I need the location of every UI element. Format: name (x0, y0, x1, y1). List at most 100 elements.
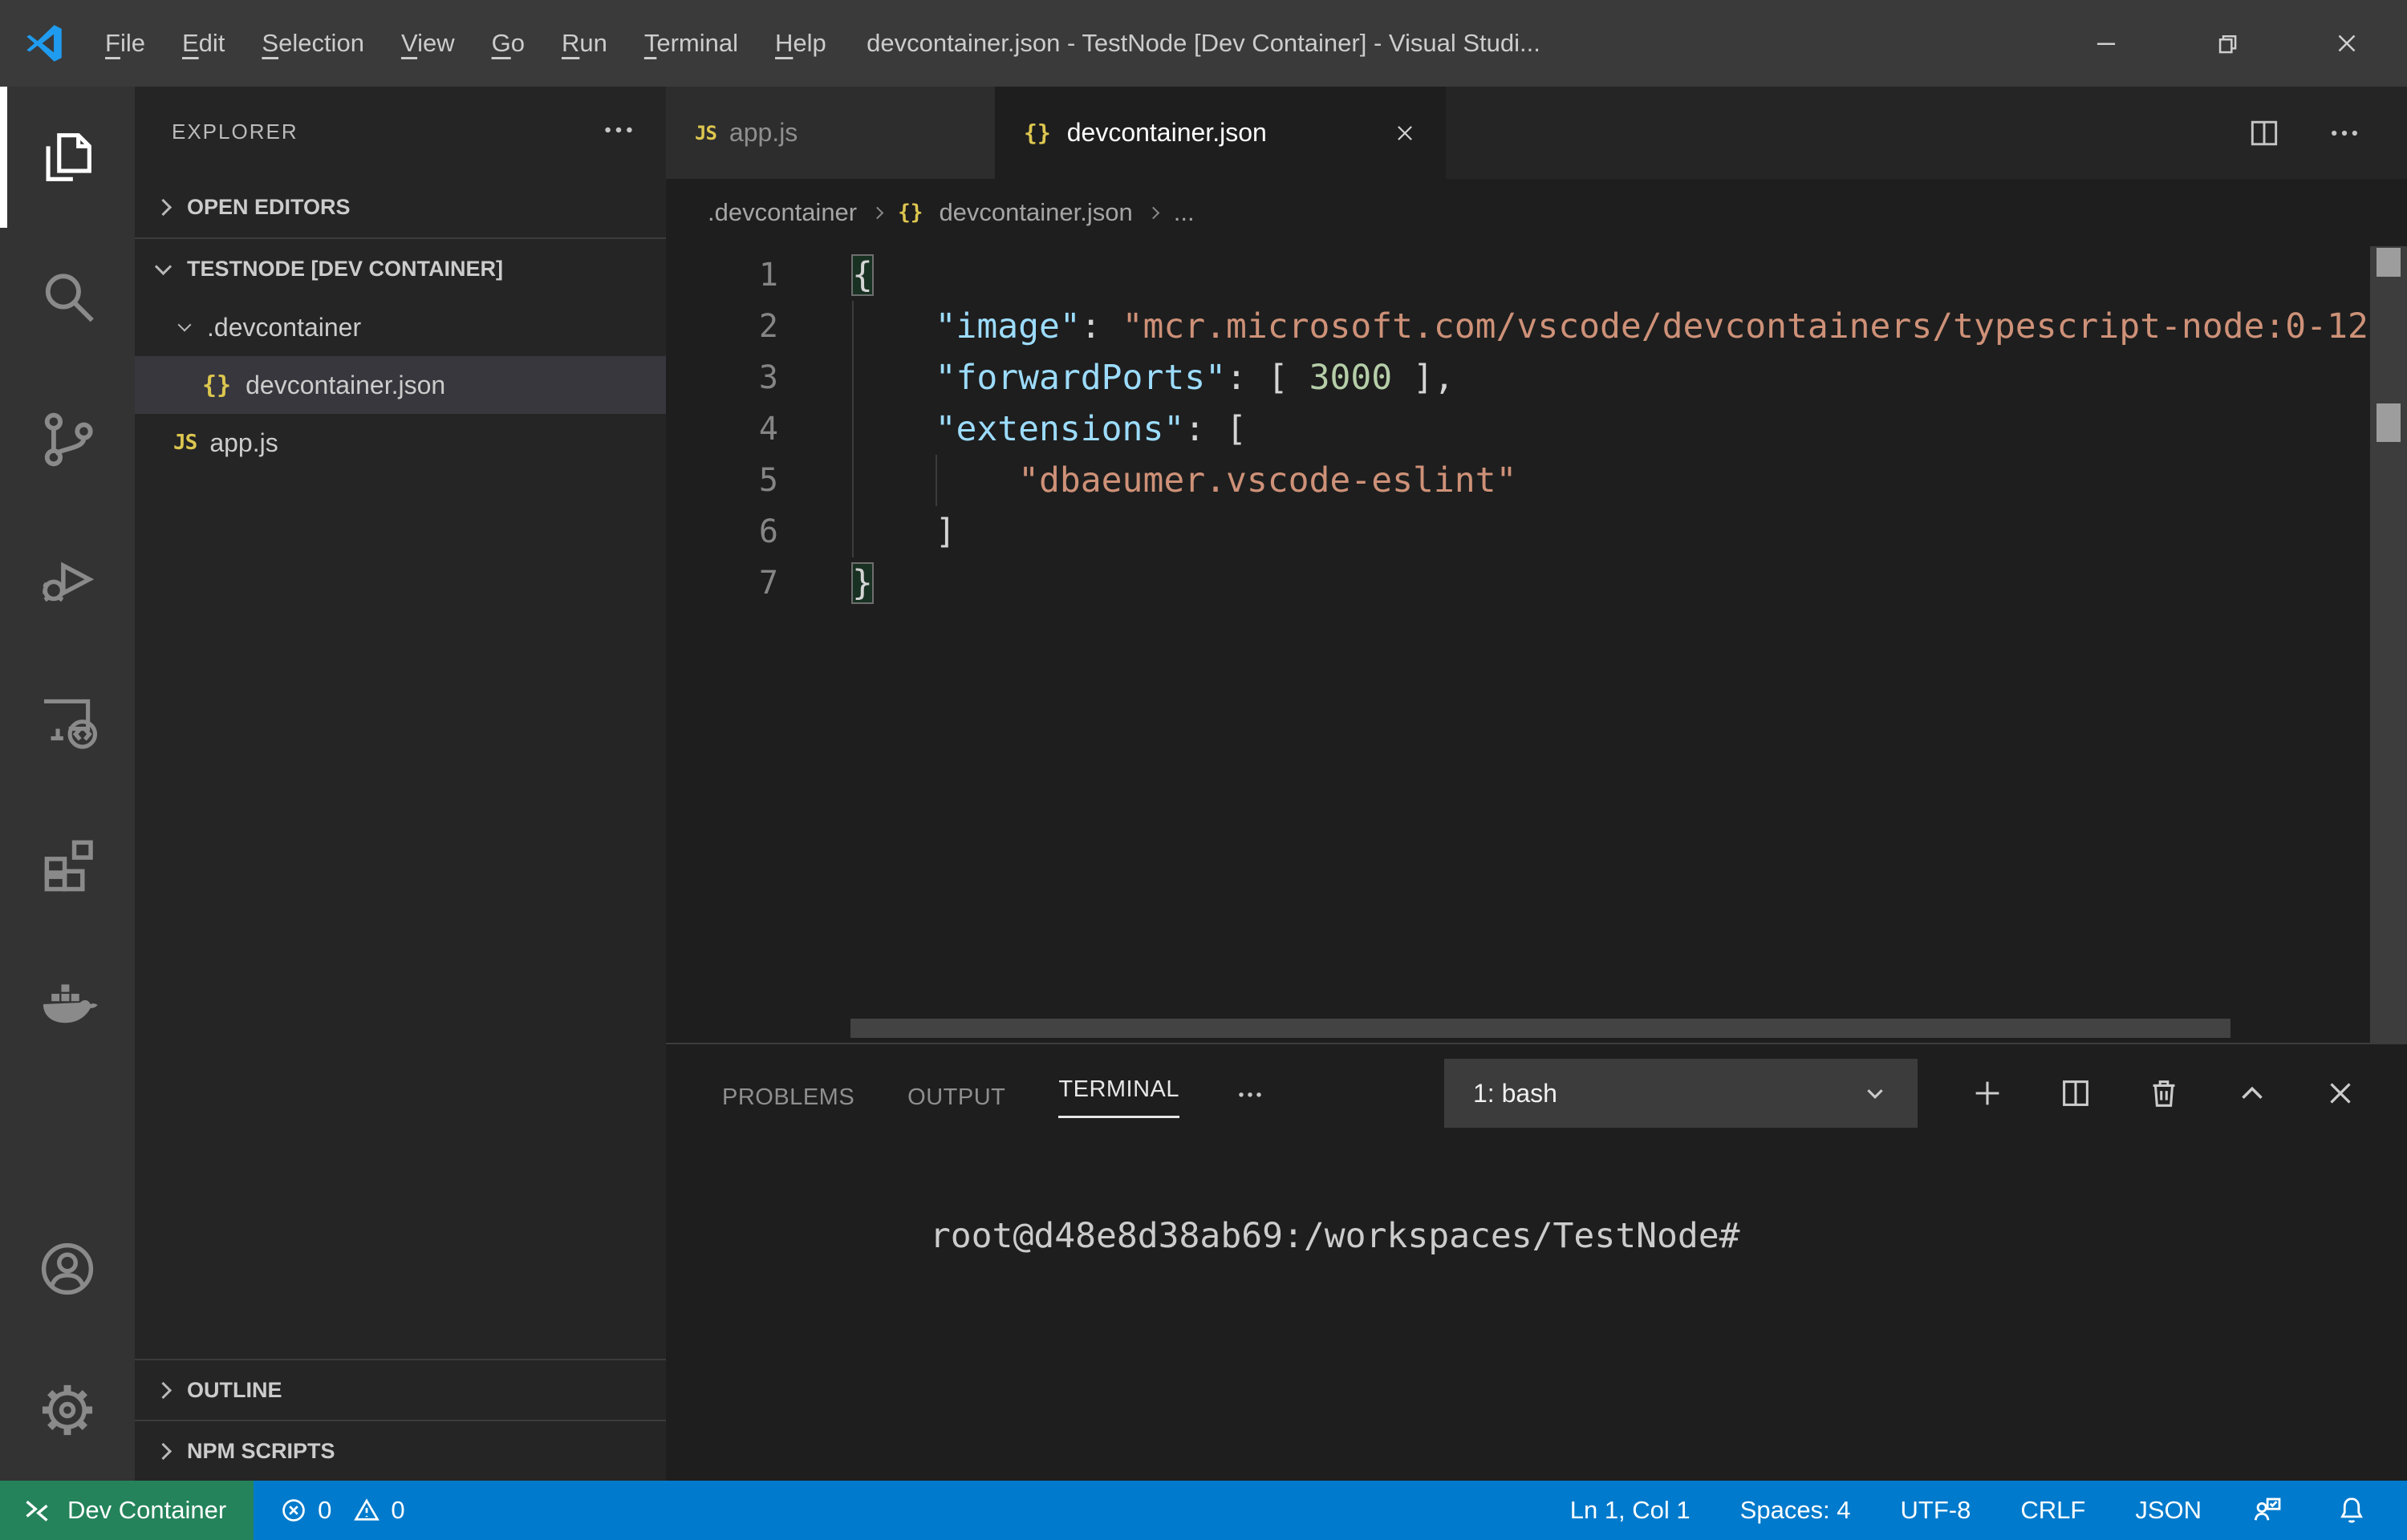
eol-setting[interactable]: CRLF (2020, 1496, 2085, 1525)
menu-edit[interactable]: Edit (164, 18, 243, 69)
menubar: FileEditSelectionViewGoRunTerminalHelp (87, 18, 845, 69)
activity-run-debug[interactable] (0, 510, 135, 651)
line-number: 1 (666, 249, 778, 301)
kill-terminal-icon[interactable] (2145, 1075, 2182, 1112)
remote-indicator[interactable]: Dev Container (0, 1481, 254, 1540)
minimize-button[interactable] (2046, 0, 2166, 87)
close-window-button[interactable] (2287, 0, 2407, 87)
search-icon (35, 265, 100, 331)
line-number: 7 (666, 557, 778, 609)
problems-indicator[interactable]: 0 0 (279, 1496, 405, 1525)
sidebar-section-npm-scripts[interactable]: NPM SCRIPTS (135, 1420, 666, 1481)
minimize-icon (2091, 28, 2121, 59)
tab-app-js[interactable]: JS app.js (666, 87, 995, 179)
vertical-scrollbar[interactable] (2370, 246, 2407, 1043)
menu-selection[interactable]: Selection (243, 18, 383, 69)
menu-help[interactable]: Help (757, 18, 845, 69)
sidebar-section-outline[interactable]: OUTLINE (135, 1359, 666, 1420)
activity-account[interactable] (0, 1198, 135, 1339)
terminal-shell-selector[interactable]: 1: bash (1444, 1059, 1918, 1128)
chevron-right-icon (871, 206, 884, 219)
sidebar-section-workspace[interactable]: TESTNODE [DEV CONTAINER] (135, 237, 666, 298)
line-number: 2 (666, 301, 778, 352)
bell-icon[interactable] (2335, 1493, 2368, 1527)
editor-area: JS app.js {} devcontainer.json .devconta… (666, 87, 2407, 1481)
explorer-more-actions-button[interactable] (600, 111, 637, 152)
more-actions-icon[interactable] (2327, 116, 2362, 151)
code-line[interactable]: 5 "dbaeumer.vscode-eslint" (666, 455, 2407, 506)
status-bar-right: Ln 1, Col 1 Spaces: 4 UTF-8 CRLF JSON (1570, 1493, 2407, 1527)
account-icon (35, 1236, 100, 1302)
status-bar: Dev Container 0 0 Ln 1, Col 1 Spaces: 4 … (0, 1481, 2407, 1540)
activity-source-control[interactable] (0, 369, 135, 510)
indent-guide (852, 506, 854, 557)
tab-label: devcontainer.json (1067, 118, 1267, 148)
activity-remote-explorer[interactable] (0, 651, 135, 792)
chevron-right-icon (155, 1442, 172, 1459)
menu-go[interactable]: Go (473, 18, 543, 69)
indent-guide (852, 455, 854, 506)
breadcrumb-symbol[interactable]: ... (1174, 198, 1195, 227)
code-line[interactable]: 1{ (666, 249, 2407, 301)
terminal[interactable]: root@d48e8d38ab69:/workspaces/TestNode# (666, 1142, 2407, 1481)
outline-label: OUTLINE (187, 1378, 282, 1403)
code-line[interactable]: 7} (666, 557, 2407, 609)
panel-tab-problems[interactable]: PROBLEMS (722, 1076, 854, 1111)
close-icon (1393, 121, 1417, 145)
window-controls (2046, 0, 2407, 87)
panel-tab-terminal[interactable]: TERMINAL (1058, 1068, 1179, 1118)
horizontal-scrollbar[interactable] (850, 1019, 2230, 1038)
tab-devcontainer-json[interactable]: {} devcontainer.json (995, 87, 1446, 179)
activity-settings[interactable] (0, 1339, 135, 1481)
close-panel-icon[interactable] (2322, 1075, 2359, 1112)
activity-bar (0, 87, 135, 1481)
activity-search[interactable] (0, 228, 135, 369)
code-line[interactable]: 4 "extensions": [ (666, 403, 2407, 455)
tab-label: app.js (729, 118, 798, 148)
code-line[interactable]: 2 "image": "mcr.microsoft.com/vscode/dev… (666, 301, 2407, 352)
code-line[interactable]: 3 "forwardPorts": [ 3000 ], (666, 352, 2407, 403)
sidebar-section-open-editors[interactable]: OPEN EDITORS (135, 176, 666, 237)
tree-item-devcontainer-folder[interactable]: .devcontainer (135, 298, 666, 356)
close-tab-button[interactable] (1393, 121, 1417, 145)
maximize-panel-icon[interactable] (2234, 1075, 2271, 1112)
tree-item-app-js[interactable]: JS app.js (135, 414, 666, 472)
json-file-icon: {} (898, 201, 923, 225)
line-text: "image": "mcr.microsoft.com/vscode/devco… (852, 301, 2368, 352)
file-label: app.js (209, 428, 278, 458)
tree-item-devcontainer-json[interactable]: {} devcontainer.json (135, 356, 666, 414)
remote-label: Dev Container (67, 1496, 226, 1525)
menu-run[interactable]: Run (543, 18, 626, 69)
cursor-position[interactable]: Ln 1, Col 1 (1570, 1496, 1691, 1525)
open-editors-label: OPEN EDITORS (187, 195, 351, 220)
code-line[interactable]: 6 ] (666, 506, 2407, 557)
panel-header: PROBLEMS OUTPUT TERMINAL 1: bash (666, 1044, 2407, 1142)
panel-tab-output[interactable]: OUTPUT (907, 1076, 1005, 1111)
encoding-setting[interactable]: UTF-8 (1901, 1496, 1971, 1525)
new-terminal-icon[interactable] (1969, 1075, 2006, 1112)
feedback-icon[interactable] (2251, 1493, 2285, 1527)
remote-icon (21, 1494, 53, 1526)
chevron-down-icon (1857, 1075, 1894, 1112)
docker-whale-icon (35, 971, 100, 1037)
line-number: 6 (666, 506, 778, 557)
sidebar-title: EXPLORER (172, 120, 298, 144)
menu-file[interactable]: File (87, 18, 164, 69)
activity-docker[interactable] (0, 934, 135, 1075)
menu-terminal[interactable]: Terminal (626, 18, 757, 69)
file-label: devcontainer.json (246, 371, 445, 400)
restore-button[interactable] (2166, 0, 2287, 87)
breadcrumb-folder[interactable]: .devcontainer (708, 198, 857, 227)
sidebar-explorer: EXPLORER OPEN EDITORS TESTNODE [DEV CONT… (135, 87, 666, 1481)
panel-more-actions-button[interactable] (1232, 1076, 1268, 1111)
activity-explorer[interactable] (0, 87, 135, 228)
menu-view[interactable]: View (383, 18, 473, 69)
breadcrumb-file[interactable]: devcontainer.json (939, 198, 1132, 227)
editor[interactable]: 1{2 "image": "mcr.microsoft.com/vscode/d… (666, 246, 2407, 1043)
split-editor-icon[interactable] (2247, 116, 2282, 151)
language-mode[interactable]: JSON (2135, 1496, 2202, 1525)
indentation-setting[interactable]: Spaces: 4 (1740, 1496, 1851, 1525)
split-terminal-icon[interactable] (2057, 1075, 2094, 1112)
line-text: } (852, 557, 873, 609)
activity-extensions[interactable] (0, 792, 135, 934)
